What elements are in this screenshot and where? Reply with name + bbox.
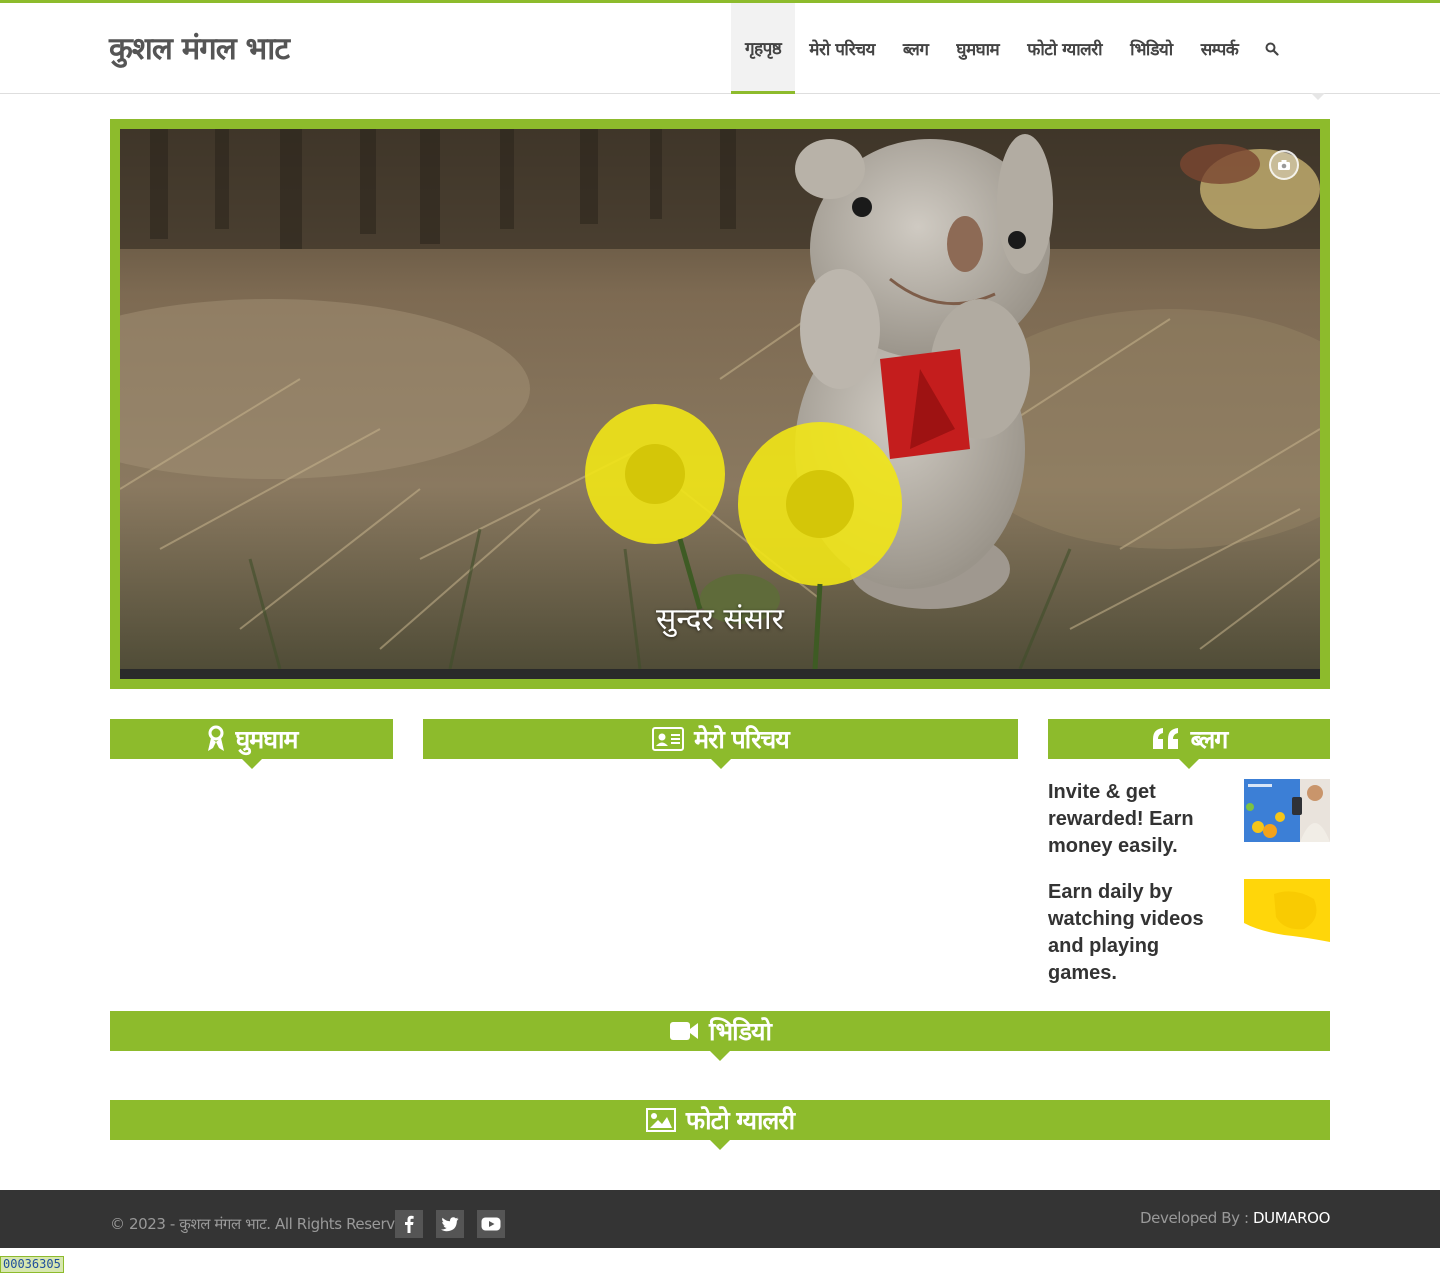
- copyright-text: © 2023 - कुशल मंगल भाट. All Rights Reser…: [110, 1215, 418, 1233]
- blog-post-title[interactable]: Earn daily by watching videos and playin…: [1048, 879, 1228, 987]
- section-header-gallery: फोटो ग्यालरी: [110, 1100, 1330, 1150]
- section-notch: [710, 1140, 730, 1150]
- search-icon[interactable]: [1252, 3, 1292, 94]
- blog-list: Invite & get rewarded! Earn money easily…: [1048, 779, 1330, 1006]
- section-header-blog: ब्लग: [1048, 719, 1330, 769]
- search-dropdown-pointer: [1311, 93, 1325, 100]
- blog-thumbnail-image[interactable]: [1244, 879, 1330, 942]
- camera-icon[interactable]: [1269, 150, 1299, 180]
- hero-slide[interactable]: सुन्दर संसार: [120, 129, 1320, 679]
- twitter-icon[interactable]: [436, 1210, 464, 1238]
- section-title-blog[interactable]: ब्लग: [1191, 722, 1229, 756]
- nav-item-about[interactable]: मेरो परिचय: [795, 3, 889, 94]
- slider-progress-bar: [120, 669, 1320, 679]
- visitor-counter[interactable]: 00036305: [0, 1256, 64, 1273]
- facebook-icon[interactable]: [395, 1210, 423, 1238]
- list-item[interactable]: Invite & get rewarded! Earn money easily…: [1048, 779, 1330, 860]
- picture-icon: [645, 1108, 676, 1132]
- nav-item-video[interactable]: भिडियो: [1116, 3, 1187, 94]
- blog-thumbnail-image[interactable]: [1244, 779, 1330, 842]
- section-title-about[interactable]: मेरो परिचय: [694, 722, 790, 756]
- id-card-icon: [652, 727, 685, 751]
- nav-item-gallery[interactable]: फोटो ग्यालरी: [1013, 3, 1116, 94]
- section-title-travel[interactable]: घुमघाम: [236, 722, 299, 756]
- site-footer: © 2023 - कुशल मंगल भाट. All Rights Reser…: [0, 1190, 1440, 1248]
- nav-item-blog[interactable]: ब्लग: [889, 3, 943, 94]
- section-header-travel: घुमघाम: [110, 719, 393, 769]
- site-title[interactable]: कुशल मंगल भाट: [109, 27, 290, 69]
- youtube-icon[interactable]: [477, 1210, 505, 1238]
- list-item[interactable]: Earn daily by watching videos and playin…: [1048, 879, 1330, 987]
- slide-caption: सुन्दर संसार: [656, 602, 784, 637]
- ribbon-icon: [206, 725, 226, 753]
- developer-credit: Developed By : DUMAROO: [1140, 1209, 1330, 1227]
- section-header-about: मेरो परिचय: [423, 719, 1018, 769]
- developed-by-label: Developed By :: [1139, 1209, 1249, 1227]
- section-notch: [710, 1051, 730, 1061]
- quote-icon: [1151, 727, 1181, 751]
- site-header: कुशल मंगल भाट गृहपृष्ठ मेरो परिचय ब्लग घ…: [0, 3, 1440, 94]
- nav-item-travel[interactable]: घुमघाम: [942, 3, 1013, 94]
- section-header-video: भिडियो: [110, 1011, 1330, 1061]
- section-title-video[interactable]: भिडियो: [709, 1014, 772, 1048]
- developer-link[interactable]: DUMAROO: [1253, 1209, 1330, 1227]
- main-nav: गृहपृष्ठ मेरो परिचय ब्लग घुमघाम फोटो ग्य…: [731, 3, 1292, 94]
- section-notch: [710, 759, 731, 769]
- section-notch: [241, 759, 262, 769]
- section-title-gallery[interactable]: फोटो ग्यालरी: [686, 1103, 795, 1137]
- nav-item-contact[interactable]: सम्पर्क: [1187, 3, 1253, 94]
- blog-post-title[interactable]: Invite & get rewarded! Earn money easily…: [1048, 779, 1228, 860]
- hero-slider: सुन्दर संसार: [110, 119, 1330, 689]
- nav-item-home[interactable]: गृहपृष्ठ: [731, 3, 796, 94]
- section-notch: [1179, 759, 1199, 769]
- video-camera-icon: [669, 1020, 699, 1042]
